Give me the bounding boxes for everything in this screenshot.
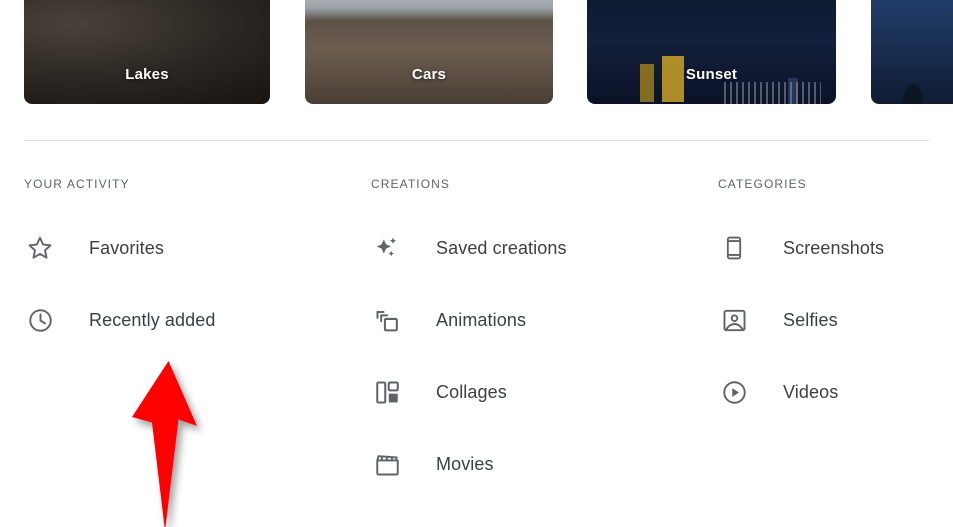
- list-item-label: Animations: [436, 308, 526, 332]
- section-divider: [24, 140, 929, 141]
- list-item-label: Movies: [436, 452, 494, 476]
- photo-card-thumbnail: [587, 0, 836, 104]
- list-item-collages[interactable]: Collages: [371, 376, 701, 408]
- section-item-list: Favorites Recently added: [24, 232, 354, 336]
- photo-card-label: Sunset: [587, 66, 836, 83]
- section-categories: CATEGORIES Screenshots: [718, 176, 953, 408]
- section-header: YOUR ACTIVITY: [24, 176, 354, 192]
- list-item-selfies[interactable]: Selfies: [718, 304, 953, 336]
- section-creations: CREATIONS Saved creations: [371, 176, 701, 480]
- section-header: CREATIONS: [371, 176, 701, 192]
- photo-card-thumbnail: [24, 0, 270, 104]
- list-item-label: Favorites: [89, 236, 164, 260]
- stacked-photos-icon: [371, 304, 403, 336]
- explore-page: Explore Lakes Cars Sunset YOUR ACTIVITY: [0, 0, 953, 527]
- list-item-animations[interactable]: Animations: [371, 304, 701, 336]
- photo-card[interactable]: Sunset: [587, 0, 836, 104]
- photo-card[interactable]: Lakes: [24, 0, 270, 104]
- photo-card[interactable]: Cars: [305, 0, 553, 104]
- play-circle-icon: [718, 376, 750, 408]
- star-icon: [24, 232, 56, 264]
- list-item-favorites[interactable]: Favorites: [24, 232, 354, 264]
- list-item-videos[interactable]: Videos: [718, 376, 953, 408]
- phone-icon: [718, 232, 750, 264]
- list-item-label: Videos: [783, 380, 838, 404]
- clock-icon: [24, 304, 56, 336]
- list-item-label: Selfies: [783, 308, 838, 332]
- list-item-screenshots[interactable]: Screenshots: [718, 232, 953, 264]
- clapperboard-icon: [371, 448, 403, 480]
- explore-card-strip[interactable]: Lakes Cars Sunset: [0, 0, 953, 105]
- list-item-recently-added[interactable]: Recently added: [24, 304, 354, 336]
- photo-card[interactable]: [871, 0, 953, 104]
- section-item-list: Saved creations Animations: [371, 232, 701, 480]
- section-your-activity: YOUR ACTIVITY Favorites: [24, 176, 354, 336]
- photo-card-thumbnail: [305, 0, 553, 104]
- section-item-list: Screenshots Selfies: [718, 232, 953, 408]
- photo-card-thumbnail: [871, 0, 953, 104]
- section-header: CATEGORIES: [718, 176, 953, 192]
- list-item-label: Screenshots: [783, 236, 884, 260]
- list-item-label: Saved creations: [436, 236, 567, 260]
- photo-card-label: Cars: [305, 66, 553, 83]
- sparkle-icon: [371, 232, 403, 264]
- list-item-label: Recently added: [89, 308, 216, 332]
- photo-card-label: Lakes: [24, 66, 270, 83]
- list-item-saved-creations[interactable]: Saved creations: [371, 232, 701, 264]
- list-item-label: Collages: [436, 380, 507, 404]
- list-item-movies[interactable]: Movies: [371, 448, 701, 480]
- portrait-person-icon: [718, 304, 750, 336]
- collage-grid-icon: [371, 376, 403, 408]
- annotation-arrow-icon: [118, 358, 228, 527]
